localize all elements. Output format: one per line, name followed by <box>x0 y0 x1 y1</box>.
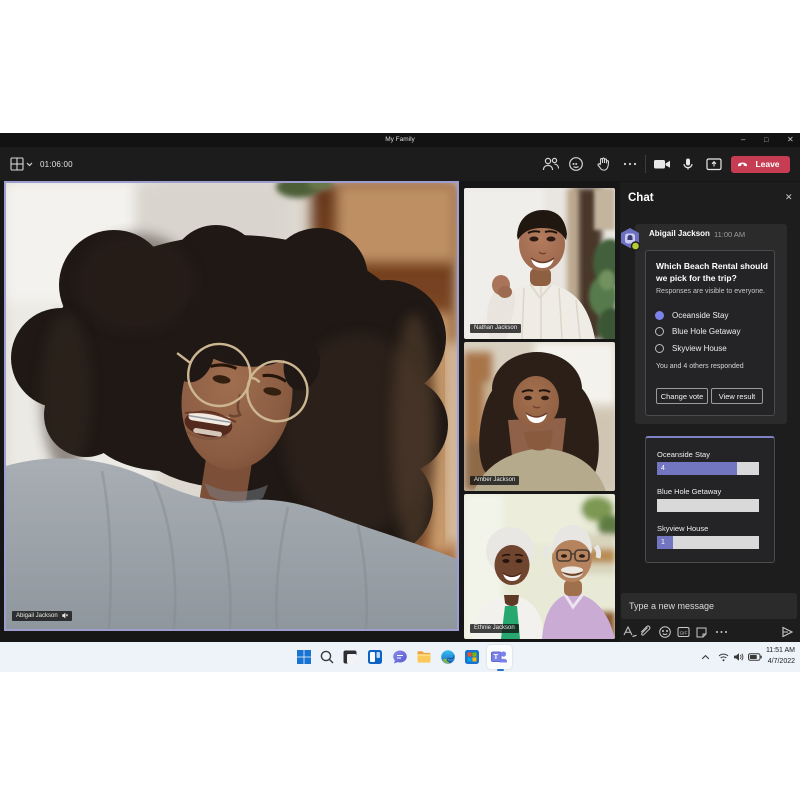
svg-text:T: T <box>494 652 499 661</box>
svg-text:GIF: GIF <box>680 630 688 635</box>
